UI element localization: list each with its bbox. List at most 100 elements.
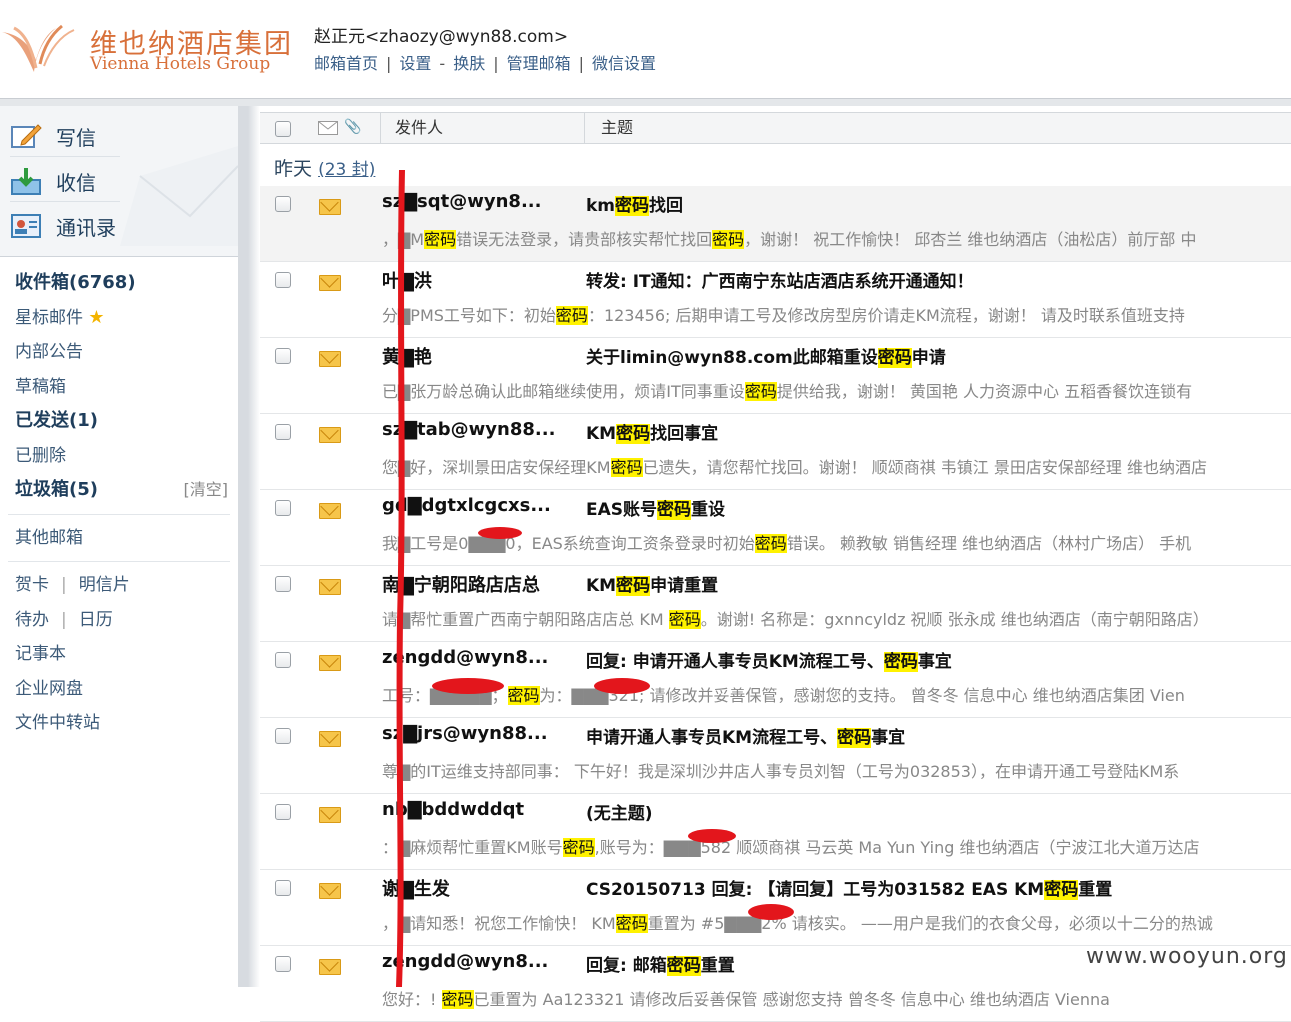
link-file-transfer[interactable]: 文件中转站 <box>0 706 238 741</box>
keyword-highlight: 密码 <box>615 914 648 933</box>
link-manage[interactable]: 管理邮箱 <box>507 54 571 73</box>
email-subject[interactable]: 申请开通人事专员KM流程工号、密码事宜 <box>586 723 905 748</box>
row-checkbox[interactable] <box>275 424 291 440</box>
keyword-highlight: 密码 <box>507 686 540 705</box>
sidebar: 写信 收信 通讯录 收件箱(6768) 星标邮件 ★ 内部公告 草稿箱 已发送(… <box>0 106 242 987</box>
email-subject[interactable]: (无主题) <box>586 799 653 824</box>
date-group-header[interactable]: 昨天 (23 封) <box>274 154 375 181</box>
link-notebook[interactable]: 记事本 <box>0 637 238 672</box>
folder-announcements[interactable]: 内部公告 <box>0 335 238 370</box>
folder-deleted[interactable]: 已删除 <box>0 439 238 474</box>
wing-logo-icon <box>2 24 75 72</box>
keyword-highlight: 密码 <box>712 230 745 249</box>
email-row[interactable]: 叶▇洪 转发: IT通知：广西南宁东站店酒店系统开通通知！ 分▇PMS工号如下：初始… <box>260 262 1291 338</box>
subject-text: km <box>586 196 616 216</box>
email-row[interactable]: sz▇jrs@wyn88... 申请开通人事专员KM流程工号、密码事宜 尊▇的IT运… <box>260 718 1291 794</box>
subject-text: 申请重置 <box>650 576 719 596</box>
brand-logo[interactable]: 维也纳酒店集团 Vienna Hotels Group <box>0 18 300 78</box>
keyword-highlight: 密码 <box>837 728 872 748</box>
folder-spam[interactable]: 垃圾箱(5) [清空] <box>0 473 238 508</box>
preview-text: 提供给我，谢谢！ 黄国艳 人力资源中心 五稻香餐饮连锁有 <box>776 382 1193 401</box>
preview-text: ，▇请知悉！祝您工作愉快！ KM <box>382 914 616 933</box>
email-row[interactable]: gd▇dgtxlcgcxs... EAS账号密码重设 我▇工号是0▇▇▇0，EAS系… <box>260 490 1291 566</box>
email-sender: nb▇bddwddqt <box>382 799 525 820</box>
folder-label: 草稿箱 <box>15 376 66 397</box>
link-wechat[interactable]: 微信设置 <box>592 54 656 73</box>
email-row[interactable]: sz▇sqt@wyn8... km密码找回 ，▇M密码错误无法登录，请贵部核实帮忙找… <box>260 186 1291 262</box>
preview-text: ，谢谢！ 祝工作愉快！ 邱杏兰 维也纳酒店（油松店）前厅部 中 <box>744 230 1197 249</box>
folder-sent[interactable]: 已发送(1) <box>0 404 238 439</box>
compose-button[interactable]: 写信 <box>10 116 120 157</box>
email-row[interactable]: 南▇宁朝阳路店店总 KM密码申请重置 请▇帮忙重置广西南宁朝阳路店店总 KM 密码。… <box>260 566 1291 642</box>
column-sender[interactable]: 发件人 <box>380 113 585 143</box>
unread-envelope-icon <box>319 731 341 747</box>
link-mail-home[interactable]: 邮箱首页 <box>314 54 378 73</box>
email-subject[interactable]: 回复: 邮箱密码重置 <box>586 951 735 976</box>
email-preview: ，▇M密码错误无法登录，请贵部核实帮忙找回密码，谢谢！ 祝工作愉快！ 邱杏兰 维… <box>382 226 1291 250</box>
email-row[interactable]: nb▇bddwddqt (无主题) ：▇麻烦帮忙重置KM账号密码,账号为：▇▇▇58… <box>260 794 1291 870</box>
folder-label: 星标邮件 <box>15 307 83 328</box>
group-count[interactable]: (23 封) <box>318 160 375 180</box>
email-sender: gd▇dgtxlcgcxs... <box>382 495 551 516</box>
extra-row: 贺卡 | 明信片 <box>15 575 130 595</box>
link-greeting-card[interactable]: 贺卡 <box>15 575 49 595</box>
folder-list: 收件箱(6768) 星标邮件 ★ 内部公告 草稿箱 已发送(1) 已删除 垃圾箱… <box>0 266 238 741</box>
link-netdisk[interactable]: 企业网盘 <box>0 672 238 707</box>
extra-row: 待办 | 日历 <box>15 609 113 630</box>
link-settings[interactable]: 设置 <box>399 54 431 73</box>
preview-text: 。谢谢! 名称是：gxnncyldz 祝顺 张永成 维也纳酒店（南宁朝阳路店） <box>700 610 1209 629</box>
email-sender: sz▇tab@wyn88... <box>382 419 556 440</box>
email-subject[interactable]: km密码找回 <box>586 191 683 216</box>
email-subject[interactable]: 关于limin@wyn88.com此邮箱重设密码申请 <box>586 343 946 368</box>
folder-label: 企业网盘 <box>15 678 83 699</box>
link-skin[interactable]: 换肤 <box>453 54 485 73</box>
link-postcard[interactable]: 明信片 <box>79 575 130 595</box>
email-preview: 您好：! 密码已重置为 Aa123321 请修改后妥善保管 感谢您支持 曾冬冬 … <box>382 986 1291 1010</box>
row-checkbox[interactable] <box>275 728 291 744</box>
keyword-highlight: 密码 <box>1044 880 1079 900</box>
redaction-mark <box>688 829 736 843</box>
subject-text: 关于limin@wyn88.com此邮箱重设 <box>586 348 878 368</box>
preview-text: 您好：! <box>382 990 442 1009</box>
row-checkbox[interactable] <box>275 196 291 212</box>
folder-label: 收件箱(6768) <box>15 272 136 293</box>
email-subject[interactable]: 转发: IT通知：广西南宁东站店酒店系统开通通知！ <box>586 267 974 292</box>
email-subject[interactable]: KM密码申请重置 <box>586 571 718 596</box>
email-subject[interactable]: KM密码找回事宜 <box>586 419 718 444</box>
sidebar-splitter[interactable] <box>238 106 248 987</box>
empty-spam-link[interactable]: [清空] <box>184 473 229 508</box>
top-nav: 邮箱首页 | 设置 - 换肤 | 管理邮箱 | 微信设置 <box>314 54 657 73</box>
email-preview: 尊▇的IT运维支持部同事： 下午好！我是深圳沙井店人事专员刘智（工号为03285… <box>382 758 1291 782</box>
folder-other-mailboxes[interactable]: 其他邮箱 <box>0 521 238 556</box>
folder-drafts[interactable]: 草稿箱 <box>0 370 238 405</box>
link-todo[interactable]: 待办 <box>15 610 49 630</box>
row-checkbox[interactable] <box>275 652 291 668</box>
folder-inbox[interactable]: 收件箱(6768) <box>0 266 238 301</box>
row-checkbox[interactable] <box>275 880 291 896</box>
subject-text: 回复: 申请开通人事专员KM流程工号、 <box>586 652 884 672</box>
folder-starred[interactable]: 星标邮件 ★ <box>0 301 238 336</box>
preview-text: 已遗失，请您帮忙找回。谢谢！ 顺颂商祺 韦镇江 景田店安保部经理 维也纳酒店 <box>642 458 1207 477</box>
unread-envelope-icon <box>319 807 341 823</box>
select-all-checkbox[interactable] <box>275 121 291 137</box>
email-row[interactable]: 黄▇艳 关于limin@wyn88.com此邮箱重设密码申请 已▇张万龄总确认此邮箱… <box>260 338 1291 414</box>
email-row[interactable]: zengdd@wyn8... 回复: 申请开通人事专员KM流程工号、密码事宜 工号：… <box>260 642 1291 718</box>
link-calendar[interactable]: 日历 <box>79 610 113 630</box>
email-subject[interactable]: 回复: 申请开通人事专员KM流程工号、密码事宜 <box>586 647 952 672</box>
row-checkbox[interactable] <box>275 500 291 516</box>
email-sender: sz▇sqt@wyn8... <box>382 191 542 212</box>
email-row[interactable]: sz▇tab@wyn88... KM密码找回事宜 您▇好，深圳景田店安保经理KM密码… <box>260 414 1291 490</box>
row-checkbox[interactable] <box>275 348 291 364</box>
row-checkbox[interactable] <box>275 956 291 972</box>
email-subject[interactable]: CS20150713 回复: 【请回复】工号为031582 EAS KM密码重置 <box>586 875 1112 900</box>
row-checkbox[interactable] <box>275 804 291 820</box>
column-subject[interactable]: 主题 <box>584 113 1201 143</box>
contacts-button[interactable]: 通讯录 <box>10 206 120 246</box>
email-preview: 分▇PMS工号如下：初始密码：123456; 后期申请工号及修改房型房价请走KM… <box>382 302 1291 326</box>
receive-button[interactable]: 收信 <box>10 161 120 202</box>
email-sender: 南▇宁朝阳路店店总 <box>382 575 540 596</box>
email-subject[interactable]: EAS账号密码重设 <box>586 495 725 520</box>
row-checkbox[interactable] <box>275 272 291 288</box>
row-checkbox[interactable] <box>275 576 291 592</box>
email-preview: 已▇张万龄总确认此邮箱继续使用，烦请IT同事重设密码提供给我，谢谢！ 黄国艳 人… <box>382 378 1291 402</box>
